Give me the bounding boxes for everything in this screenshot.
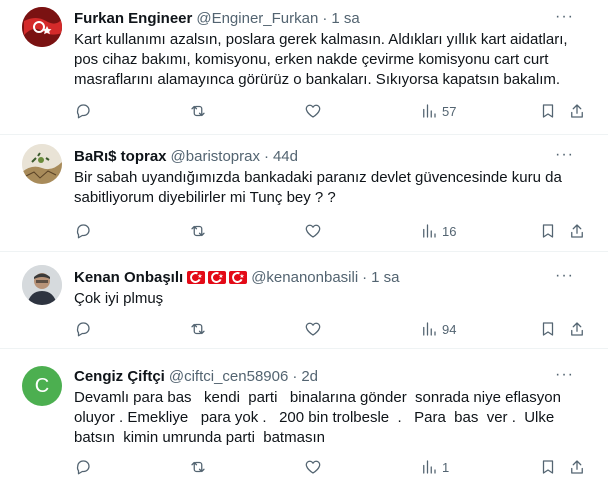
like-button[interactable] (304, 102, 322, 120)
tweet-actions: 57 (74, 102, 592, 122)
share-icon (571, 322, 583, 336)
turkey-flag-icon (208, 270, 227, 284)
views-button[interactable]: 16 (420, 222, 456, 240)
reply-icon (76, 104, 90, 119)
tweet-header: Furkan Engineer @Enginer_Furkan · 1 sa (74, 8, 592, 28)
tweet[interactable]: Furkan Engineer @Enginer_Furkan · 1 sa ·… (0, 0, 608, 135)
retweet-button[interactable] (189, 458, 207, 476)
reply-icon (76, 460, 90, 475)
more-options-icon[interactable]: ··· (555, 366, 574, 384)
retweet-button[interactable] (189, 102, 207, 120)
tweet-text: Devamlı para bas kendi parti binalarına … (74, 389, 566, 446)
share-button[interactable] (568, 102, 586, 120)
reply-button[interactable] (74, 102, 92, 120)
views-count: 16 (442, 223, 457, 239)
share-button[interactable] (568, 222, 586, 240)
views-chart-icon (423, 224, 436, 238)
user-handle[interactable]: @ciftci_cen58906 (169, 368, 288, 385)
reply-icon (76, 224, 90, 239)
more-options-icon[interactable]: ··· (555, 8, 574, 26)
views-button[interactable]: 57 (420, 102, 456, 120)
views-chart-icon (423, 460, 436, 474)
separator-dot: · (322, 9, 328, 27)
like-button[interactable] (304, 458, 322, 476)
bookmark-icon (542, 224, 554, 238)
cracked-ground-avatar-icon (22, 144, 62, 184)
views-button[interactable]: 94 (420, 320, 456, 338)
retweet-button[interactable] (189, 222, 207, 240)
bookmark-icon (542, 104, 554, 118)
retweet-icon (191, 461, 205, 473)
bookmark-icon (542, 322, 554, 336)
heart-icon (305, 322, 321, 336)
turkey-flag-icon (187, 270, 206, 284)
tweet[interactable]: C Cengiz Çiftçi @ciftci_cen58906 · 2d ··… (0, 349, 608, 493)
tweet[interactable]: BaRı$ toprax @baristoprax · 44d ··· Bir … (0, 135, 608, 252)
retweet-icon (191, 323, 205, 335)
reply-button[interactable] (74, 458, 92, 476)
reply-button[interactable] (74, 320, 92, 338)
user-handle[interactable]: @baristoprax (171, 148, 260, 165)
avatar[interactable]: C (22, 366, 62, 406)
retweet-icon (191, 225, 205, 237)
person-photo-avatar-icon (22, 265, 62, 305)
bookmark-button[interactable] (539, 222, 557, 240)
bookmark-icon (542, 460, 554, 474)
tweet-text: Kart kullanımı azalsın, poslara gerek ka… (74, 31, 572, 88)
display-name[interactable]: Kenan Onbaşılı (74, 269, 183, 286)
avatar[interactable] (22, 144, 62, 184)
tweet-text: Bir sabah uyandığımızda bankadaki paranı… (74, 169, 566, 206)
views-count: 94 (442, 321, 457, 337)
bookmark-button[interactable] (539, 102, 557, 120)
avatar[interactable] (22, 7, 62, 47)
share-button[interactable] (568, 458, 586, 476)
bookmark-button[interactable] (539, 320, 557, 338)
avatar[interactable] (22, 265, 62, 305)
heart-icon (305, 224, 321, 238)
more-options-icon[interactable]: ··· (555, 146, 574, 164)
user-handle[interactable]: @kenanonbasili (251, 269, 358, 286)
views-button[interactable]: 1 (420, 458, 449, 476)
reply-button[interactable] (74, 222, 92, 240)
separator-dot: · (292, 367, 298, 385)
separator-dot: · (362, 268, 368, 286)
heart-icon (305, 104, 321, 118)
share-icon (571, 460, 583, 474)
reply-feed: Furkan Engineer @Enginer_Furkan · 1 sa ·… (0, 0, 608, 493)
separator-dot: · (263, 147, 269, 165)
retweet-button[interactable] (189, 320, 207, 338)
timestamp[interactable]: 44d (273, 148, 298, 165)
tweet-header: Cengiz Çiftçi @ciftci_cen58906 · 2d (74, 366, 592, 386)
share-icon (571, 224, 583, 238)
views-count: 1 (442, 459, 450, 475)
timestamp[interactable]: 1 sa (331, 10, 359, 27)
tweet-text: Çok iyi plmuş (74, 290, 164, 307)
tweet-actions: 16 (74, 222, 592, 242)
share-icon (571, 104, 583, 118)
tweet-header: Kenan Onbaşılı @kenanonbasili · 1 sa (74, 267, 592, 287)
views-chart-icon (423, 322, 436, 336)
more-options-icon[interactable]: ··· (555, 267, 574, 285)
views-count: 57 (442, 103, 457, 119)
retweet-icon (191, 105, 205, 117)
display-name[interactable]: Cengiz Çiftçi (74, 368, 165, 385)
views-chart-icon (423, 104, 436, 118)
turkey-flag-icon (229, 270, 248, 284)
heart-icon (305, 460, 321, 474)
timestamp[interactable]: 1 sa (371, 269, 399, 286)
tweet-header: BaRı$ toprax @baristoprax · 44d (74, 146, 592, 166)
reply-icon (76, 322, 90, 337)
like-button[interactable] (304, 320, 322, 338)
flag-avatar-icon (22, 7, 62, 47)
display-name[interactable]: Furkan Engineer (74, 10, 192, 27)
user-handle[interactable]: @Enginer_Furkan (196, 10, 318, 27)
timestamp[interactable]: 2d (301, 368, 318, 385)
share-button[interactable] (568, 320, 586, 338)
tweet-actions: 1 (74, 458, 592, 478)
tweet[interactable]: Kenan Onbaşılı @kenanonbasili · 1 sa ···… (0, 252, 608, 349)
tweet-actions: 94 (74, 320, 592, 340)
bookmark-button[interactable] (539, 458, 557, 476)
like-button[interactable] (304, 222, 322, 240)
display-name[interactable]: BaRı$ toprax (74, 148, 167, 165)
